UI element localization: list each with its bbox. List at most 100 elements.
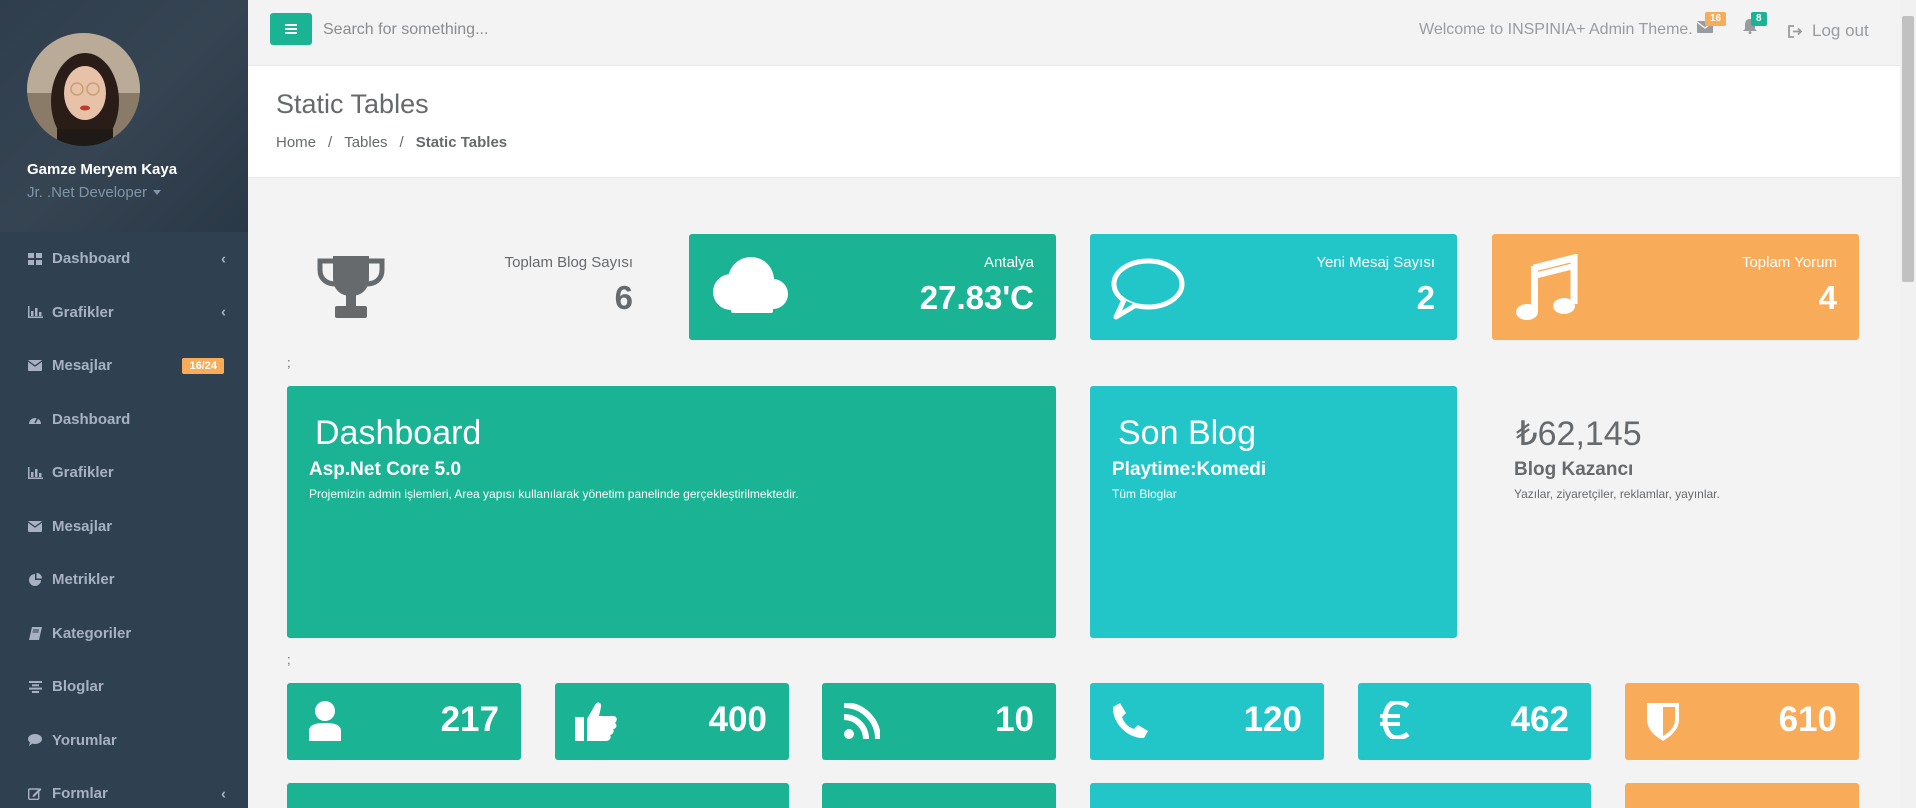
partial-widget	[822, 783, 1056, 808]
total-comments-label: Toplam Yorum	[1741, 254, 1837, 271]
bar-chart-icon	[27, 465, 43, 481]
sidebar-item-label: Grafikler	[52, 464, 114, 482]
blog-earnings-description: Yazılar, ziyaretçiler, reklamlar, yayınl…	[1514, 487, 1720, 501]
envelope-icon	[27, 518, 43, 534]
total-comments-widget: Toplam Yorum 4	[1492, 234, 1859, 340]
sidebar-item-formlar[interactable]: Formlar ‹	[0, 767, 248, 808]
partial-widget	[287, 783, 789, 808]
blog-count-widget: Toplam Blog Sayısı 6	[287, 234, 655, 340]
caret-down-icon	[153, 190, 162, 195]
blog-count-label: Toplam Blog Sayısı	[504, 254, 633, 271]
partial-widget	[1625, 783, 1859, 808]
profile-panel: Gamze Meryem Kaya Jr. .Net Developer	[0, 0, 248, 232]
edit-icon	[27, 786, 43, 802]
users-stat-widget: 217	[287, 683, 521, 760]
menu-toggle-button[interactable]	[270, 13, 312, 45]
search-input[interactable]	[323, 14, 723, 46]
latest-blog-subtitle: Playtime:Komedi	[1112, 459, 1267, 480]
speech-bubble-icon	[1110, 258, 1186, 325]
sidebar-item-dashboard[interactable]: Dashboard ‹	[0, 232, 248, 286]
sidebar-item-label: Formlar	[52, 785, 108, 803]
breadcrumb-separator: /	[328, 134, 333, 151]
sidebar-item-mesajlar-2[interactable]: Mesajlar	[0, 500, 248, 554]
sidebar-item-label: Bloglar	[52, 678, 104, 696]
weather-temperature-value: 27.83'C	[919, 279, 1034, 316]
sidebar-item-label: Mesajlar	[52, 357, 113, 375]
stray-text: ;	[287, 355, 291, 370]
profile-name: Gamze Meryem Kaya	[27, 161, 178, 178]
sidebar-item-mesajlar[interactable]: Mesajlar 16/24	[0, 339, 248, 393]
breadcrumb: Home / Tables / Static Tables	[276, 134, 507, 151]
welcome-text: Welcome to INSPINIA+ Admin Theme.	[1419, 21, 1693, 38]
mail-count-badge: 16	[1705, 12, 1727, 26]
avatar[interactable]	[27, 33, 140, 146]
align-center-icon	[27, 679, 43, 695]
shield-icon	[1647, 701, 1679, 746]
dashboard-panel-subtitle: Asp.Net Core 5.0	[309, 459, 462, 480]
euro-stat-value: 462	[1510, 700, 1569, 739]
user-icon	[309, 701, 341, 746]
bars-icon	[285, 24, 297, 34]
dashboard-panel: Dashboard Asp.Net Core 5.0 Projemizin ad…	[287, 386, 1056, 638]
all-blogs-link[interactable]: Tüm Bloglar	[1112, 487, 1177, 501]
logout-link[interactable]: Log out	[1788, 21, 1869, 41]
notification-count-badge: 8	[1751, 12, 1767, 26]
rss-stat-widget: 10	[822, 683, 1056, 760]
shield-stat-widget: 610	[1625, 683, 1859, 760]
sidebar: Gamze Meryem Kaya Jr. .Net Developer Das…	[0, 0, 248, 808]
calls-stat-value: 120	[1243, 700, 1302, 739]
calls-stat-widget: 120	[1090, 683, 1324, 760]
sidebar-item-label: Kategoriler	[52, 624, 132, 642]
sidebar-menu: Dashboard ‹ Grafikler ‹ Mesajlar 16/24 D…	[0, 232, 248, 808]
sidebar-item-yorumlar[interactable]: Yorumlar	[0, 714, 248, 768]
weather-city-label: Antalya	[983, 254, 1034, 271]
rss-icon	[843, 702, 881, 744]
sidebar-item-label: Mesajlar	[52, 517, 113, 535]
likes-stat-widget: 400	[555, 683, 789, 760]
phone-icon	[1112, 703, 1148, 744]
stray-text: ;	[287, 652, 291, 667]
weather-widget: Antalya 27.83'C	[689, 234, 1056, 340]
breadcrumb-home[interactable]: Home	[276, 134, 316, 151]
profile-role-label: Jr. .Net Developer	[27, 184, 148, 201]
sidebar-item-dashboard-2[interactable]: Dashboard	[0, 393, 248, 447]
blog-earnings-subtitle: Blog Kazancı	[1514, 459, 1634, 480]
sidebar-item-grafikler[interactable]: Grafikler ‹	[0, 286, 248, 340]
shield-stat-value: 610	[1778, 700, 1837, 739]
euro-stat-widget: 462	[1358, 683, 1591, 760]
new-messages-label: Yeni Mesaj Sayısı	[1316, 254, 1435, 271]
scrollbar-thumb[interactable]	[1902, 16, 1914, 282]
dashboard-icon	[27, 411, 43, 427]
sign-out-icon	[1788, 24, 1803, 38]
euro-icon	[1380, 699, 1410, 744]
top-navbar: Welcome to INSPINIA+ Admin Theme. 16 8 L…	[248, 0, 1900, 66]
sidebar-item-label: Grafikler	[52, 303, 114, 321]
logout-label: Log out	[1812, 21, 1869, 40]
latest-blog-title: Son Blog	[1118, 414, 1256, 452]
blog-count-value: 6	[614, 279, 633, 316]
sidebar-item-label: Dashboard	[52, 250, 131, 268]
trophy-icon	[316, 256, 386, 325]
new-messages-widget: Yeni Mesaj Sayısı 2	[1090, 234, 1457, 340]
sidebar-item-grafikler-2[interactable]: Grafikler	[0, 446, 248, 500]
latest-blog-panel: Son Blog Playtime:Komedi Tüm Bloglar	[1090, 386, 1457, 638]
bar-chart-icon	[27, 304, 43, 320]
partial-widget	[1090, 783, 1591, 808]
chevron-left-icon: ‹	[221, 303, 226, 321]
sidebar-item-bloglar[interactable]: Bloglar	[0, 660, 248, 714]
sidebar-item-metrikler[interactable]: Metrikler	[0, 553, 248, 607]
page-scrollbar[interactable]	[1900, 0, 1916, 808]
page-heading: Static Tables Home / Tables / Static Tab…	[248, 66, 1900, 178]
likes-stat-value: 400	[708, 700, 767, 739]
blog-earnings-amount: ₺62,145	[1516, 415, 1642, 453]
th-large-icon	[27, 251, 43, 267]
dashboard-panel-description: Projemizin admin işlemleri, Area yapısı …	[309, 487, 799, 501]
chevron-left-icon: ‹	[221, 785, 226, 803]
profile-role-dropdown[interactable]: Jr. .Net Developer	[27, 184, 248, 201]
sidebar-item-kategoriler[interactable]: Kategoriler	[0, 607, 248, 661]
breadcrumb-tables[interactable]: Tables	[344, 134, 387, 151]
messages-count-badge: 16/24	[182, 357, 224, 374]
pie-chart-icon	[27, 572, 43, 588]
total-comments-value: 4	[1818, 279, 1837, 316]
breadcrumb-separator: /	[399, 134, 404, 151]
